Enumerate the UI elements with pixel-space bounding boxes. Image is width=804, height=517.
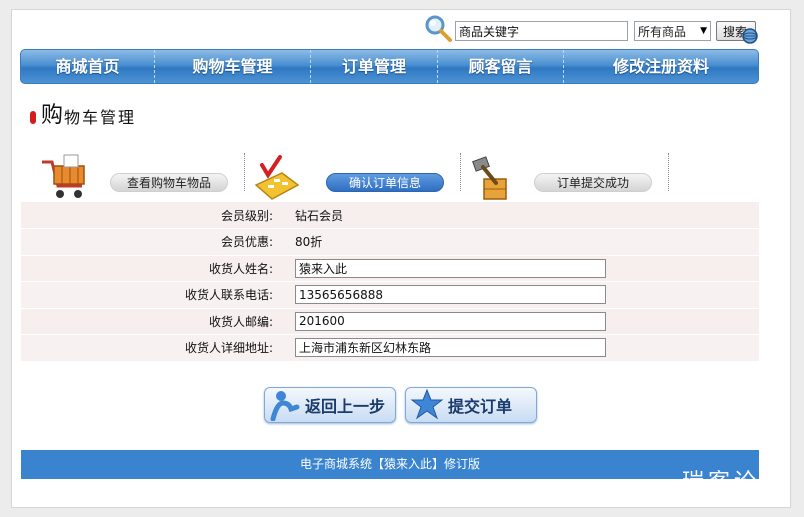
main-nav: 商城首页 购物车管理 订单管理 顾客留言 修改注册资料: [20, 49, 759, 84]
table-row: 收货人邮编:: [21, 308, 759, 335]
table-row: 会员级别: 钻石会员: [21, 202, 759, 229]
step-view-cart[interactable]: 查看购物车物品: [110, 173, 228, 192]
shopping-cart-icon: [42, 154, 85, 198]
step-order-success[interactable]: 订单提交成功: [534, 173, 652, 192]
footer: 电子商城系统【猿来入此】修订版: [21, 450, 759, 479]
step-divider: [244, 153, 245, 191]
page-title: 购 物车管理: [30, 103, 136, 129]
receiver-zip-label: 收货人邮编:: [21, 308, 283, 335]
magnifier-icon: [425, 15, 452, 42]
receiver-name-label: 收货人姓名:: [21, 255, 283, 282]
nav-item-cart[interactable]: 购物车管理: [155, 50, 311, 83]
calculator-check-icon: [254, 155, 300, 200]
table-row: 收货人姓名:: [21, 255, 759, 282]
receiver-phone-input[interactable]: [295, 285, 606, 305]
category-select-value: 所有商品: [638, 24, 687, 39]
globe-icon: [742, 28, 758, 44]
nav-item-messages[interactable]: 顾客留言: [438, 50, 564, 83]
step-confirm-order[interactable]: 确认订单信息: [326, 173, 444, 192]
star-icon: [410, 388, 444, 420]
receiver-name-input[interactable]: [295, 258, 606, 278]
receiver-address-input[interactable]: [295, 338, 606, 358]
member-discount-value: 80折: [283, 228, 759, 256]
nav-item-home[interactable]: 商城首页: [21, 50, 155, 83]
receiver-phone-label: 收货人联系电话:: [21, 281, 283, 309]
step-divider: [668, 153, 669, 191]
receiver-address-label: 收货人详细地址:: [21, 334, 283, 362]
table-row: 会员优惠: 80折: [21, 228, 759, 256]
nav-item-orders[interactable]: 订单管理: [311, 50, 438, 83]
submit-button-label: 提交订单: [448, 397, 513, 416]
search-input[interactable]: [455, 21, 628, 41]
receiver-zip-input[interactable]: [295, 311, 606, 331]
submit-order-button[interactable]: 提交订单: [405, 387, 537, 423]
member-discount-label: 会员优惠:: [21, 228, 283, 256]
category-select[interactable]: 所有商品 ▼: [634, 21, 711, 41]
table-row: 收货人联系电话:: [21, 281, 759, 309]
chevron-down-icon: ▼: [700, 26, 707, 36]
title-bullet-icon: [30, 111, 36, 124]
person-back-icon: [270, 391, 300, 421]
member-level-label: 会员级别:: [21, 202, 283, 229]
back-button[interactable]: 返回上一步: [264, 387, 396, 423]
order-info-form: 会员级别: 钻石会员 会员优惠: 80折 收货人姓名: 收货人联系电话: 收货人…: [21, 202, 759, 362]
step-divider: [460, 153, 461, 191]
page-title-first-char: 购: [41, 103, 64, 128]
gavel-box-icon: [472, 156, 507, 200]
nav-item-profile[interactable]: 修改注册资料: [564, 50, 758, 83]
member-level-value: 钻石会员: [283, 202, 759, 229]
watermark: 瑞客论坛: [682, 470, 787, 495]
table-row: 收货人详细地址:: [21, 334, 759, 362]
back-button-label: 返回上一步: [305, 397, 386, 416]
page-title-rest: 物车管理: [64, 108, 137, 127]
